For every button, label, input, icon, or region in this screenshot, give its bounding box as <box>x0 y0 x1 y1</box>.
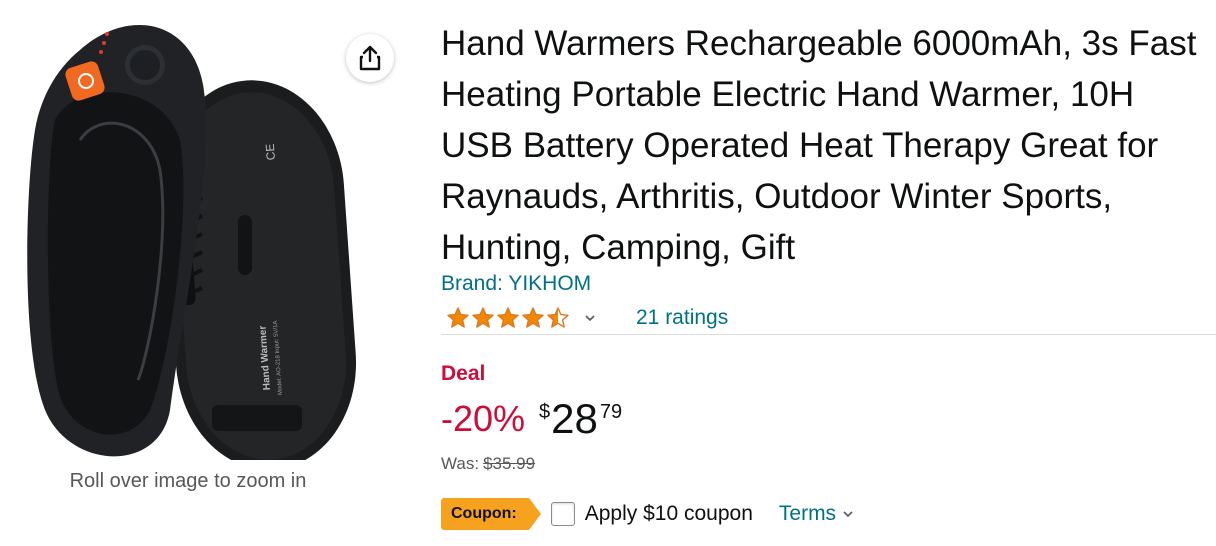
star-icon <box>472 307 494 328</box>
product-title: Hand Warmers Rechargeable 6000mAh, 3s Fa… <box>441 24 1197 267</box>
was-value: $35.99 <box>483 454 536 473</box>
ratings-count-link[interactable]: 21 ratings <box>636 306 728 330</box>
chevron-down-icon[interactable] <box>584 312 596 324</box>
coupon-row: Coupon: Apply $10 coupon Terms <box>441 497 854 531</box>
price: $ 28 79 <box>539 393 622 445</box>
was-label: Was: <box>441 454 480 473</box>
chevron-down-icon <box>843 511 853 518</box>
product-image[interactable]: CE Hand Warmer Model: AO-218 Input: 5V/1… <box>20 10 360 460</box>
coupon-terms-link[interactable]: Terms <box>779 502 854 526</box>
brand-link[interactable]: Brand: YIKHOM <box>441 272 591 296</box>
discount-percent: -20% <box>441 398 526 439</box>
share-button[interactable] <box>346 34 394 82</box>
apply-coupon-checkbox[interactable] <box>550 502 575 526</box>
star-icon <box>447 307 469 328</box>
price-currency: $ <box>539 401 551 423</box>
terms-label: Terms <box>778 502 837 525</box>
share-icon <box>359 45 381 71</box>
deal-badge: Deal <box>441 362 486 385</box>
coupon-badge: Coupon: <box>441 498 541 530</box>
star-icon <box>522 307 544 328</box>
was-price: Was: $35.99 <box>441 454 535 474</box>
front-hand-warmer <box>27 24 206 457</box>
price-whole: 28 <box>551 395 598 442</box>
image-pane: CE Hand Warmer Model: AO-218 Input: 5V/1… <box>0 0 430 546</box>
price-row: -20% $ 28 79 <box>441 393 622 445</box>
zoom-hint: Roll over image to zoom in <box>69 470 307 492</box>
divider <box>441 334 1216 335</box>
apply-coupon-label[interactable]: Apply $10 coupon <box>585 502 753 526</box>
star-icon <box>547 307 569 328</box>
device-cert-text: CE <box>263 143 278 161</box>
star-icon <box>497 307 519 328</box>
star-rating[interactable] <box>446 306 570 330</box>
rating-row: 21 ratings <box>446 303 728 333</box>
price-fraction: 79 <box>599 401 623 423</box>
